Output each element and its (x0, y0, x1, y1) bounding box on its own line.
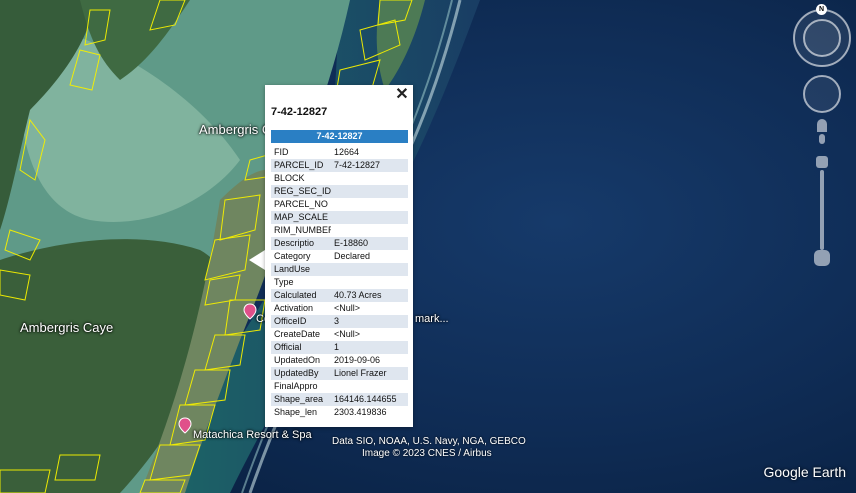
attribute-value: 7-42-12827 (331, 159, 408, 172)
attribute-value (331, 224, 408, 237)
attribute-key: FID (274, 147, 289, 157)
attribute-value: 3 (331, 315, 408, 328)
satellite-map[interactable] (0, 0, 856, 493)
attribute-key: FinalAppro (274, 381, 318, 391)
attribute-key: PARCEL_NO (274, 199, 328, 209)
attribute-row: CreateDate <Null> (271, 328, 408, 341)
feature-info-balloon: ✕ 7-42-12827 7-42-12827 FID 12664 PARCEL_I… (265, 85, 413, 427)
attribute-row: Descriptio E-18860 (271, 237, 408, 250)
attribute-row: Calculated 40.73 Acres (271, 289, 408, 302)
attribute-key: UpdatedBy (271, 367, 331, 380)
attribute-key: Type (274, 277, 294, 287)
attribute-table: 7-42-12827 FID 12664 PARCEL_ID 7-42-12827 BL… (271, 130, 408, 419)
attribute-key: UpdatedOn (274, 355, 321, 365)
attribute-value (331, 263, 408, 276)
attribute-row: LandUse (271, 263, 408, 276)
attribute-key: Category (274, 251, 311, 261)
attribute-row: PARCEL_NO (271, 198, 408, 211)
map-attribution: Data SIO, NOAA, U.S. Navy, NGA, GEBCO Im… (332, 436, 526, 460)
attribute-value: 2019-09-06 (334, 355, 381, 365)
attribute-row: BLOCK (271, 172, 408, 185)
attribute-key: Calculated (271, 289, 331, 302)
attribute-row: UpdatedBy Lionel Frazer (271, 367, 408, 380)
attribute-row: FID 12664 (271, 146, 408, 159)
attribute-row: REG_SEC_ID (271, 185, 408, 198)
attribute-value (331, 380, 408, 393)
place-label-ambergris-c: Ambergris C (199, 122, 272, 137)
attribute-value: 2303.419836 (334, 407, 387, 417)
attribute-value: E-18860 (331, 237, 408, 250)
attribute-row: Shape_area 164146.144655 (271, 393, 408, 406)
poi-label-matachica[interactable]: Matachica Resort & Spa (193, 429, 312, 441)
attribute-rows: FID 12664 PARCEL_ID 7-42-12827 BLOCK REG_SEC_… (271, 146, 408, 419)
attribute-value: 40.73 Acres (331, 289, 408, 302)
close-icon[interactable]: ✕ (394, 87, 410, 103)
attribute-value (331, 198, 408, 211)
compass-n-indicator[interactable]: N (816, 4, 827, 15)
attribute-row: Category Declared (271, 250, 408, 263)
attribute-value (331, 185, 408, 198)
attribute-key: Activation (274, 303, 314, 313)
attribute-key: BLOCK (274, 173, 305, 183)
attribute-value: 12664 (334, 147, 360, 157)
attribute-table-header: 7-42-12827 (271, 130, 408, 143)
attribute-value (331, 172, 408, 185)
attribute-key: Official (271, 341, 331, 354)
attribute-row: OfficeID 3 (271, 315, 408, 328)
attribute-row: PARCEL_ID 7-42-12827 (271, 159, 408, 172)
attribute-key: MAP_SCALE (271, 211, 331, 224)
place-label-ambergris-caye: Ambergris Caye (20, 320, 114, 335)
attribute-value (331, 276, 408, 289)
poi-label-mark[interactable]: mark... (415, 313, 449, 325)
attribute-value: Lionel Frazer (331, 367, 408, 380)
attribute-row: Shape_len 2303.419836 (271, 406, 408, 419)
google-earth-logo: Google Earth (763, 464, 847, 480)
attribute-row: UpdatedOn 2019-09-06 (271, 354, 408, 367)
attribute-row: FinalAppro (271, 380, 408, 393)
attribute-key: Descriptio (271, 237, 331, 250)
attribute-key: OfficeID (271, 315, 331, 328)
attribute-value: 164146.144655 (331, 393, 408, 406)
attribute-row: Activation <Null> (271, 302, 408, 315)
attribution-image-line: Image © 2023 CNES / Airbus (362, 448, 492, 459)
attribute-row: Type (271, 276, 408, 289)
attribute-row: RIM_NUMBER (271, 224, 408, 237)
attribute-key: Shape_len (274, 407, 318, 417)
attribute-key: Shape_area (271, 393, 331, 406)
attribute-value: <Null> (334, 303, 361, 313)
attribute-key: PARCEL_ID (271, 159, 331, 172)
attribute-row: MAP_SCALE (271, 211, 408, 224)
attribute-value: Declared (334, 251, 371, 261)
attribute-value: <Null> (334, 329, 361, 339)
attribution-data-line: Data SIO, NOAA, U.S. Navy, NGA, GEBCO (332, 436, 526, 447)
attribute-key: RIM_NUMBER (274, 225, 331, 235)
balloon-pointer (249, 250, 265, 270)
attribute-row: Official 1 (271, 341, 408, 354)
attribute-key: REG_SEC_ID (271, 185, 331, 198)
attribute-key: CreateDate (274, 329, 321, 339)
attribute-value: 1 (331, 341, 408, 354)
balloon-title: 7-42-12827 (271, 106, 328, 118)
attribute-key: LandUse (271, 263, 331, 276)
attribute-value (331, 211, 408, 224)
